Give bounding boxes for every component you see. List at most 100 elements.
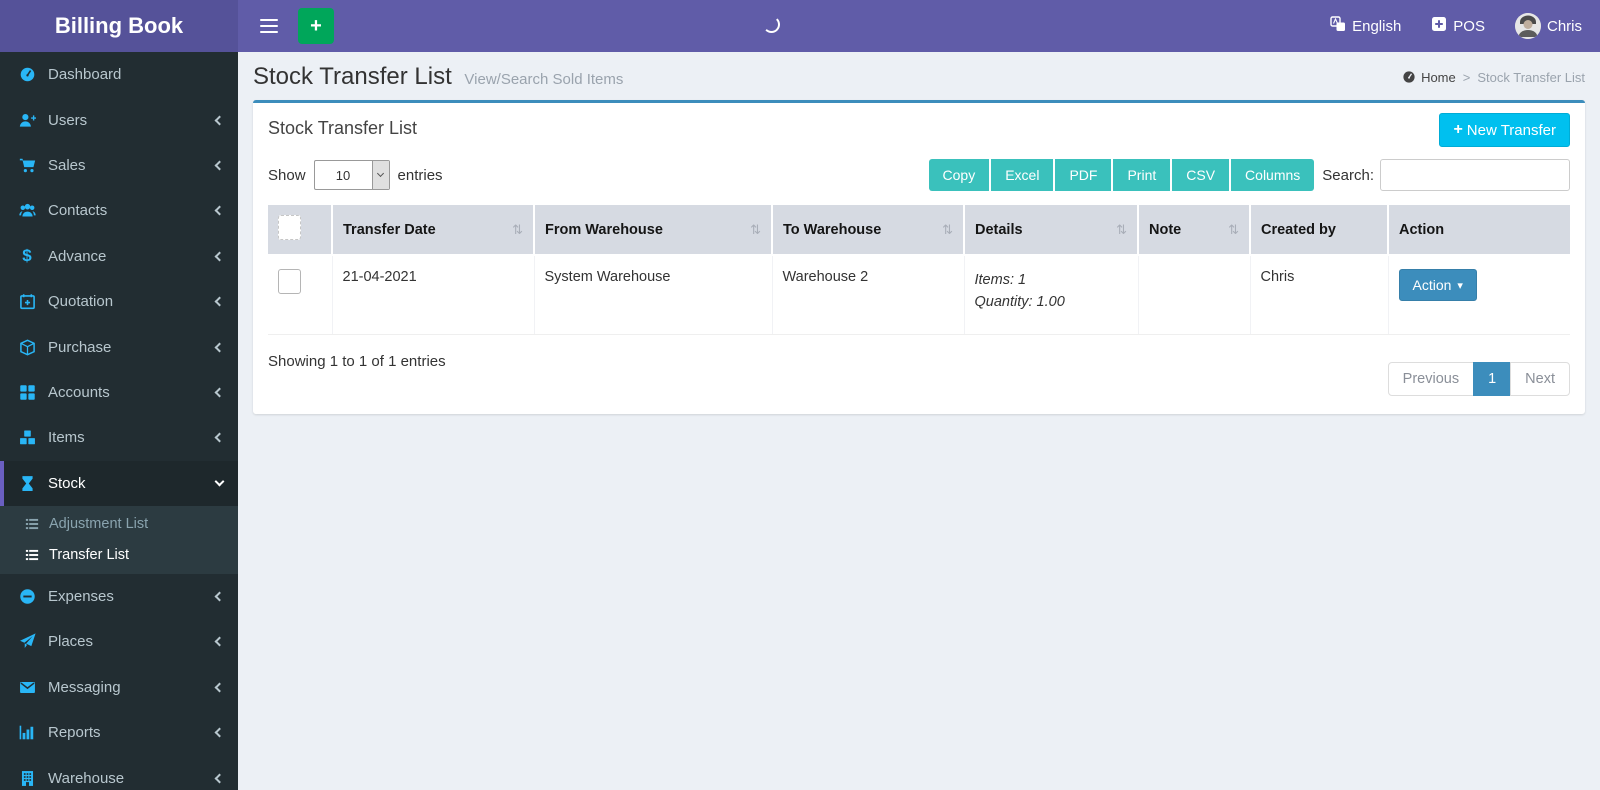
quick-add-button[interactable]: + — [298, 8, 334, 44]
sidebar-item-purchase[interactable]: Purchase — [0, 324, 238, 369]
pagination: Previous 1 Next — [1387, 361, 1570, 396]
header-details[interactable]: Details ⇅ — [964, 205, 1139, 256]
select-arrow-icon — [371, 161, 389, 189]
cell-action: Action ▾ — [1388, 255, 1570, 335]
sidebar-item-reports[interactable]: Reports — [0, 710, 238, 755]
envelope-icon — [15, 679, 39, 696]
app-logo[interactable]: Billing Book — [0, 0, 238, 52]
sidebar-item-items[interactable]: Items — [0, 415, 238, 460]
show-label: Show — [268, 166, 306, 184]
calendar-plus-icon — [15, 293, 39, 310]
breadcrumb-home-link[interactable]: Home — [1402, 70, 1456, 85]
pdf-button[interactable]: PDF — [1055, 159, 1112, 191]
header-created-by: Created by — [1250, 205, 1389, 256]
sort-icon[interactable]: ⇅ — [750, 222, 761, 238]
cart-icon — [15, 157, 39, 174]
sidebar-item-contacts[interactable]: Contacts — [0, 188, 238, 233]
pagination-page-1[interactable]: 1 — [1473, 361, 1512, 396]
breadcrumb-current: Stock Transfer List — [1477, 69, 1585, 85]
paper-plane-icon — [15, 633, 39, 650]
chevron-left-icon — [214, 773, 225, 784]
page-size-select[interactable]: 10 — [313, 160, 390, 190]
navbar-right: English POS Chris — [1330, 13, 1582, 39]
sidebar: Dashboard Users Sales Contacts $ Advance — [0, 52, 238, 790]
chevron-left-icon — [214, 637, 225, 647]
sidebar-item-expenses[interactable]: Expenses — [0, 574, 238, 619]
select-all-checkbox[interactable] — [278, 215, 301, 240]
csv-button[interactable]: CSV — [1172, 159, 1230, 191]
table-toolbar: Show 10 entries Copy Excel PDF Print CSV… — [268, 159, 1570, 191]
sidebar-item-places[interactable]: Places — [0, 619, 238, 664]
user-menu[interactable]: Chris — [1514, 13, 1582, 39]
sidebar-item-label: Purchase — [48, 338, 112, 356]
sidebar-item-sales[interactable]: Sales — [0, 143, 238, 188]
sidebar-item-label: Reports — [48, 724, 101, 742]
chevron-left-icon — [214, 591, 225, 602]
page-subtitle: View/Search Sold Items — [464, 71, 624, 88]
page-size-value: 10 — [335, 167, 351, 183]
sidebar-subitem-label: Adjustment List — [49, 516, 149, 533]
excel-button[interactable]: Excel — [991, 159, 1054, 191]
cell-created-by: Chris — [1250, 255, 1389, 335]
sort-icon[interactable]: ⇅ — [1116, 222, 1127, 238]
table-header-row: Transfer Date ⇅ From Warehouse ⇅ To Wareho… — [268, 205, 1570, 256]
sidebar-item-stock[interactable]: Stock — [0, 460, 238, 506]
search-input[interactable] — [1380, 159, 1570, 191]
app-title: Billing Book — [54, 13, 184, 38]
new-transfer-button[interactable]: + New Transfer — [1439, 113, 1570, 147]
chevron-left-icon — [214, 160, 225, 171]
row-action-button[interactable]: Action ▾ — [1398, 269, 1477, 301]
table-footer: Showing 1 to 1 of 1 entries Previous 1 N… — [268, 349, 1570, 396]
sidebar-item-messaging[interactable]: Messaging — [0, 665, 238, 710]
plus-icon: + — [1453, 121, 1463, 138]
sidebar-item-label: Stock — [48, 474, 86, 492]
pagination-next[interactable]: Next — [1510, 361, 1570, 396]
header-action: Action — [1388, 205, 1570, 256]
sidebar-item-accounts[interactable]: Accounts — [0, 370, 238, 415]
language-menu[interactable]: English — [1330, 16, 1401, 36]
sidebar-item-users[interactable]: Users — [0, 97, 238, 142]
sort-icon[interactable]: ⇅ — [1228, 222, 1239, 238]
language-icon — [1330, 16, 1346, 36]
minus-circle-icon — [15, 588, 39, 605]
navbar-body: + English POS Chris — [238, 0, 1600, 52]
header-transfer-date[interactable]: Transfer Date ⇅ — [332, 205, 535, 256]
sidebar-item-advance[interactable]: $ Advance — [0, 234, 238, 279]
sidebar-item-label: Warehouse — [48, 769, 125, 787]
copy-button[interactable]: Copy — [928, 159, 990, 191]
sort-icon[interactable]: ⇅ — [942, 222, 953, 238]
table-info: Showing 1 to 1 of 1 entries — [268, 352, 446, 370]
user-plus-icon — [15, 112, 39, 129]
list-icon — [22, 548, 42, 562]
sidebar-subitem-transfer-list[interactable]: Transfer List — [0, 540, 238, 571]
header-note[interactable]: Note ⇅ — [1138, 205, 1251, 256]
pos-button[interactable]: POS — [1431, 16, 1485, 36]
sort-icon[interactable]: ⇅ — [512, 222, 523, 238]
sidebar-item-label: Expenses — [48, 588, 114, 606]
sidebar-item-warehouse[interactable]: Warehouse — [0, 755, 238, 790]
chevron-left-icon — [214, 205, 225, 216]
dashboard-icon — [15, 66, 39, 83]
columns-button[interactable]: Columns — [1231, 159, 1315, 191]
sidebar-toggle-button[interactable] — [252, 9, 286, 43]
sidebar-item-label: Users — [48, 111, 88, 129]
header-from-warehouse[interactable]: From Warehouse ⇅ — [534, 205, 773, 256]
sidebar-subitem-adjustment-list[interactable]: Adjustment List — [0, 509, 238, 540]
dollar-icon: $ — [22, 246, 32, 266]
details-items: Items: 1 — [974, 272, 1027, 288]
row-checkbox-cell — [268, 255, 333, 335]
panel-body: Show 10 entries Copy Excel PDF Print CSV… — [253, 147, 1585, 414]
sidebar-item-quotation[interactable]: Quotation — [0, 279, 238, 324]
chevron-left-icon — [214, 432, 225, 443]
main-content: Stock Transfer List View/Search Sold Ite… — [238, 52, 1600, 790]
header-to-warehouse[interactable]: To Warehouse ⇅ — [772, 205, 965, 256]
pagination-previous[interactable]: Previous — [1387, 361, 1475, 396]
toolbar-right: Copy Excel PDF Print CSV Columns Search: — [928, 159, 1570, 191]
row-checkbox[interactable] — [278, 269, 301, 294]
user-name: Chris — [1546, 17, 1582, 35]
print-button[interactable]: Print — [1113, 159, 1171, 191]
cell-details: Items: 1 Quantity: 1.00 — [964, 255, 1139, 335]
stock-transfer-panel: Stock Transfer List + New Transfer Show … — [253, 100, 1585, 414]
sidebar-item-dashboard[interactable]: Dashboard — [0, 52, 238, 97]
sidebar-item-label: Items — [48, 429, 85, 447]
